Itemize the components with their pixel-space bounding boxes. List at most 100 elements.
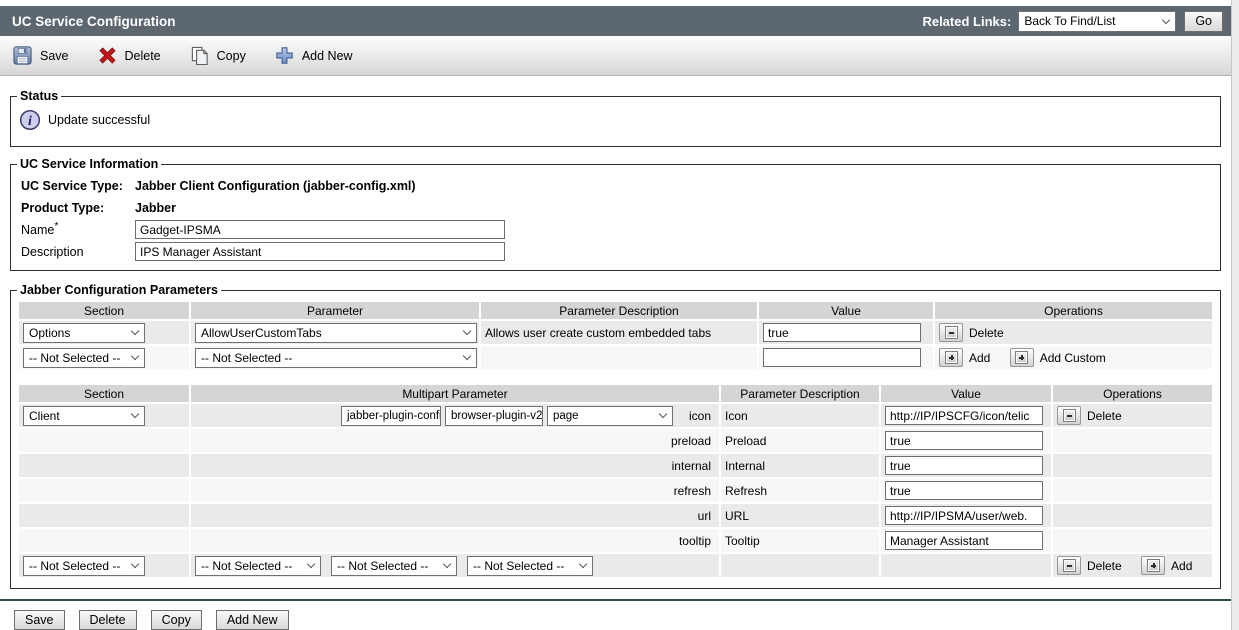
product-type-label: Product Type: xyxy=(21,201,135,215)
table-row: url URL xyxy=(19,504,1212,527)
multipart-key-label: refresh xyxy=(674,484,715,498)
chevron-down-icon xyxy=(463,352,471,360)
description-field[interactable] xyxy=(135,242,505,261)
add-custom-label: Add Custom xyxy=(1040,351,1106,365)
delete-x-icon xyxy=(97,45,118,66)
delete-row-button[interactable] xyxy=(1057,556,1081,575)
related-links-select[interactable]: Back To Find/List xyxy=(1018,11,1176,32)
parameter-description-text: Internal xyxy=(725,459,765,473)
add-row-label: Add xyxy=(969,351,990,365)
delete-row-operation: Delete xyxy=(1057,556,1122,575)
value-field[interactable] xyxy=(763,348,921,367)
toolbar-save-label: Save xyxy=(40,49,69,63)
add-custom-button[interactable] xyxy=(1010,348,1034,367)
save-floppy-icon xyxy=(12,45,33,66)
copy-pages-icon xyxy=(189,45,210,66)
add-plus-icon xyxy=(274,45,295,66)
delete-row-operation: Delete xyxy=(1057,406,1122,425)
table-row: preload Preload xyxy=(19,429,1212,452)
toolbar-save-button[interactable]: Save xyxy=(12,45,69,66)
delete-row-button[interactable] xyxy=(1057,406,1081,425)
minus-icon xyxy=(1063,559,1076,572)
plus-icon xyxy=(1147,559,1160,572)
delete-row-label: Delete xyxy=(1087,559,1122,573)
parameter-description-text: Tooltip xyxy=(725,534,760,548)
footer-copy-button[interactable]: Copy xyxy=(151,610,202,630)
value-field[interactable] xyxy=(885,456,1043,475)
info-icon: i xyxy=(19,109,41,131)
footer-buttons: Save Delete Copy Add New xyxy=(14,610,1231,630)
toolbar-copy-button[interactable]: Copy xyxy=(189,45,246,66)
column-header-multipart-parameter: Multipart Parameter xyxy=(191,385,719,402)
multipart-table-header-row: Section Multipart Parameter Parameter De… xyxy=(19,385,1212,402)
value-field[interactable] xyxy=(763,323,921,342)
parameter-select[interactable]: AllowUserCustomTabs xyxy=(195,323,477,343)
related-links-label: Related Links: xyxy=(922,14,1011,29)
column-header-parameter-description: Parameter Description xyxy=(721,385,879,402)
section-select[interactable]: Client xyxy=(23,406,145,426)
add-row-button[interactable] xyxy=(939,348,963,367)
minus-icon xyxy=(1063,409,1076,422)
multipart-key-label: url xyxy=(698,509,715,523)
jabber-configuration-parameters-legend: Jabber Configuration Parameters xyxy=(17,283,221,297)
plus-icon xyxy=(945,351,958,364)
column-header-parameter-description: Parameter Description xyxy=(481,302,757,319)
chevron-down-icon xyxy=(131,560,139,568)
toolbar-copy-label: Copy xyxy=(217,49,246,63)
parameter-description-text: Allows user create custom embedded tabs xyxy=(485,326,711,340)
table-row: refresh Refresh xyxy=(19,479,1212,502)
toolbar: Save Delete Copy xyxy=(0,36,1231,76)
section-select[interactable]: Options xyxy=(23,323,145,343)
uc-service-information-legend: UC Service Information xyxy=(17,157,161,171)
delete-row-label: Delete xyxy=(1087,409,1122,423)
table-row: -- Not Selected -- -- Not Selected -- --… xyxy=(19,554,1212,577)
table-row: -- Not Selected -- -- Not Selected -- A xyxy=(19,346,1212,369)
description-label: Description xyxy=(21,245,135,259)
toolbar-add-new-label: Add New xyxy=(302,49,353,63)
multipart-level3-select[interactable]: page xyxy=(547,406,673,426)
page-title: UC Service Configuration xyxy=(12,14,176,29)
section-select[interactable]: -- Not Selected -- xyxy=(23,556,145,576)
section-select[interactable]: -- Not Selected -- xyxy=(23,348,145,368)
toolbar-add-new-button[interactable]: Add New xyxy=(274,45,353,66)
parameter-description-text: URL xyxy=(725,509,749,523)
chevron-down-icon xyxy=(659,410,667,418)
footer-save-button[interactable]: Save xyxy=(14,610,65,630)
related-links-selected-value: Back To Find/List xyxy=(1024,14,1115,28)
chevron-down-icon xyxy=(131,352,139,360)
go-button[interactable]: Go xyxy=(1184,11,1223,32)
value-field[interactable] xyxy=(885,406,1043,425)
column-header-value: Value xyxy=(759,302,933,319)
chevron-down-icon xyxy=(443,560,451,568)
multipart-level2-select[interactable]: -- Not Selected -- xyxy=(331,556,457,576)
chevron-down-icon xyxy=(131,327,139,335)
multipart-level1-select[interactable]: -- Not Selected -- xyxy=(195,556,321,576)
plus-icon xyxy=(1015,351,1028,364)
name-field[interactable] xyxy=(135,220,505,239)
value-field[interactable] xyxy=(885,431,1043,450)
multipart-level1-select[interactable]: jabber-plugin-config xyxy=(341,406,441,426)
multipart-level2-select[interactable]: browser-plugin-v2 xyxy=(445,406,543,426)
value-field[interactable] xyxy=(885,481,1043,500)
scrollbar-track[interactable] xyxy=(1231,0,1239,630)
column-header-parameter: Parameter xyxy=(191,302,479,319)
add-row-button[interactable] xyxy=(1141,556,1165,575)
parameter-select[interactable]: -- Not Selected -- xyxy=(195,348,477,368)
column-header-value: Value xyxy=(881,385,1051,402)
footer-add-new-button[interactable]: Add New xyxy=(216,610,289,630)
toolbar-delete-button[interactable]: Delete xyxy=(97,45,161,66)
multipart-level3-select[interactable]: -- Not Selected -- xyxy=(467,556,593,576)
column-header-section: Section xyxy=(19,385,189,402)
uc-service-type-label: UC Service Type: xyxy=(21,179,135,193)
footer-delete-button[interactable]: Delete xyxy=(79,610,137,630)
value-field[interactable] xyxy=(885,506,1043,525)
chevron-down-icon xyxy=(463,327,471,335)
value-field[interactable] xyxy=(885,531,1043,550)
add-row-operation: Add xyxy=(1141,556,1192,575)
svg-text:i: i xyxy=(28,114,32,129)
delete-row-button[interactable] xyxy=(939,323,963,342)
product-type-value: Jabber xyxy=(135,201,176,215)
toolbar-delete-label: Delete xyxy=(125,49,161,63)
title-bar: UC Service Configuration Related Links: … xyxy=(0,6,1231,36)
multipart-key-label: icon xyxy=(689,409,715,423)
